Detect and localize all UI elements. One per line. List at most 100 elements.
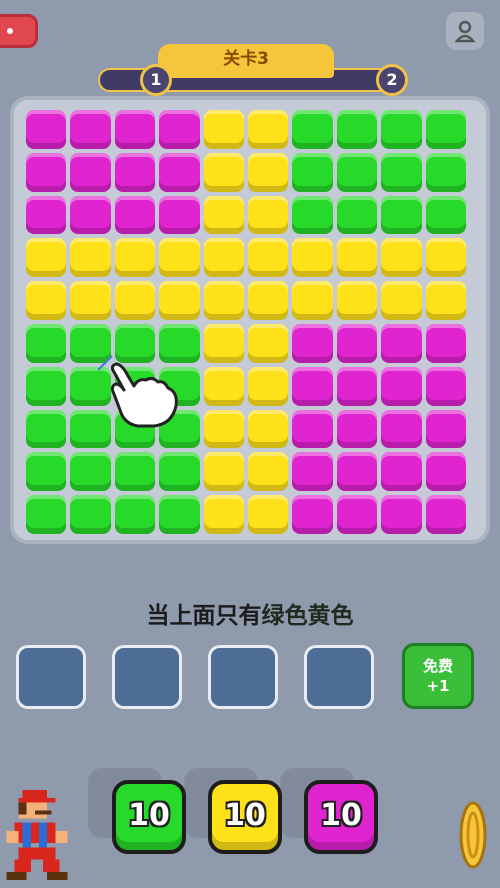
- magenta-counter-box[interactable]: 10: [304, 780, 378, 854]
- cube-cell[interactable]: [70, 152, 111, 192]
- cube-cell[interactable]: [203, 409, 244, 449]
- yellow-counter-box[interactable]: 10: [208, 780, 282, 854]
- cube-cell[interactable]: [292, 110, 333, 149]
- cube-cell[interactable]: [292, 323, 333, 363]
- cube-cell[interactable]: [292, 281, 333, 320]
- cube-cell[interactable]: [247, 495, 289, 534]
- profile-button[interactable]: [446, 12, 484, 50]
- cube-board[interactable]: [24, 108, 468, 536]
- cube-cell[interactable]: [70, 238, 111, 278]
- cube-cell[interactable]: [26, 366, 67, 406]
- cube-cell[interactable]: [381, 110, 422, 149]
- cube-cell[interactable]: [425, 238, 466, 278]
- cube-cell[interactable]: [159, 110, 200, 149]
- cube-cell[interactable]: [425, 409, 466, 449]
- cube-cell[interactable]: [114, 281, 156, 320]
- cube-cell[interactable]: [247, 152, 289, 192]
- free-extra-slot-button[interactable]: 免费 +1: [402, 643, 474, 709]
- cube-cell[interactable]: [247, 452, 289, 492]
- cube-cell[interactable]: [336, 366, 378, 406]
- cube-cell[interactable]: [247, 238, 289, 278]
- cube-cell[interactable]: [336, 195, 378, 235]
- cube-cell[interactable]: [159, 281, 200, 320]
- cube-cell[interactable]: [203, 366, 244, 406]
- cube-cell[interactable]: [203, 323, 244, 363]
- cube-cell[interactable]: [203, 281, 244, 320]
- cube-cell[interactable]: [70, 452, 111, 492]
- cube-cell[interactable]: [247, 195, 289, 235]
- cube-cell[interactable]: [26, 281, 67, 320]
- cube-cell[interactable]: [425, 452, 466, 492]
- cube-cell[interactable]: [336, 452, 378, 492]
- cube-cell[interactable]: [159, 238, 200, 278]
- cube-cell[interactable]: [292, 238, 333, 278]
- cube-cell[interactable]: [381, 238, 422, 278]
- cube-cell[interactable]: [336, 495, 378, 534]
- cube-cell[interactable]: [114, 152, 156, 192]
- cube-cell[interactable]: [336, 323, 378, 363]
- cube-cell[interactable]: [26, 238, 67, 278]
- cube-cell[interactable]: [425, 152, 466, 192]
- cube-cell[interactable]: [114, 195, 156, 235]
- cube-cell[interactable]: [292, 452, 333, 492]
- cube-cell[interactable]: [203, 238, 244, 278]
- cube-cell[interactable]: [425, 366, 466, 406]
- cube-cell[interactable]: [381, 152, 422, 192]
- holding-slot[interactable]: [16, 645, 86, 709]
- cube-cell[interactable]: [425, 495, 466, 534]
- cube-cell[interactable]: [70, 195, 111, 235]
- cube-cell[interactable]: [336, 238, 378, 278]
- cube-cell[interactable]: [292, 152, 333, 192]
- holding-slot[interactable]: [112, 645, 182, 709]
- cube-cell[interactable]: [26, 152, 67, 192]
- cube-cell[interactable]: [381, 195, 422, 235]
- cube-cell[interactable]: [26, 452, 67, 492]
- cube-cell[interactable]: [247, 323, 289, 363]
- cube-cell[interactable]: [70, 110, 111, 149]
- cube-cell[interactable]: [114, 238, 156, 278]
- cube-cell[interactable]: [26, 495, 67, 534]
- cube-cell[interactable]: [336, 409, 378, 449]
- cube-cell[interactable]: [114, 452, 156, 492]
- cube-cell[interactable]: [292, 495, 333, 534]
- cube-cell[interactable]: [292, 195, 333, 235]
- cube-cell[interactable]: [203, 110, 244, 149]
- cube-cell[interactable]: [203, 452, 244, 492]
- cube-cell[interactable]: [247, 110, 289, 149]
- cube-cell[interactable]: [247, 366, 289, 406]
- cube-cell[interactable]: [336, 110, 378, 149]
- cube-cell[interactable]: [381, 495, 422, 534]
- cube-cell[interactable]: [70, 495, 111, 534]
- cube-cell[interactable]: [425, 323, 466, 363]
- cube-cell[interactable]: [159, 452, 200, 492]
- cube-cell[interactable]: [425, 281, 466, 320]
- cube-cell[interactable]: [336, 152, 378, 192]
- cube-cell[interactable]: [114, 495, 156, 534]
- cube-cell[interactable]: [203, 495, 244, 534]
- green-counter-box[interactable]: 10: [112, 780, 186, 854]
- cube-cell[interactable]: [26, 323, 67, 363]
- cube-cell[interactable]: [425, 110, 466, 149]
- cube-cell[interactable]: [26, 110, 67, 149]
- cube-cell[interactable]: [159, 152, 200, 192]
- holding-slot[interactable]: [208, 645, 278, 709]
- settings-button[interactable]: [0, 14, 38, 48]
- cube-cell[interactable]: [26, 195, 67, 235]
- cube-cell[interactable]: [26, 409, 67, 449]
- cube-cell[interactable]: [381, 281, 422, 320]
- cube-cell[interactable]: [203, 152, 244, 192]
- cube-cell[interactable]: [159, 195, 200, 235]
- cube-cell[interactable]: [247, 281, 289, 320]
- cube-cell[interactable]: [381, 409, 422, 449]
- cube-cell[interactable]: [425, 195, 466, 235]
- cube-cell[interactable]: [159, 495, 200, 534]
- cube-cell[interactable]: [247, 409, 289, 449]
- cube-cell[interactable]: [114, 110, 156, 149]
- holding-slot[interactable]: [304, 645, 374, 709]
- cube-cell[interactable]: [381, 366, 422, 406]
- cube-cell[interactable]: [381, 452, 422, 492]
- cube-cell[interactable]: [292, 366, 333, 406]
- cube-cell[interactable]: [292, 409, 333, 449]
- cube-cell[interactable]: [70, 281, 111, 320]
- cube-cell[interactable]: [203, 195, 244, 235]
